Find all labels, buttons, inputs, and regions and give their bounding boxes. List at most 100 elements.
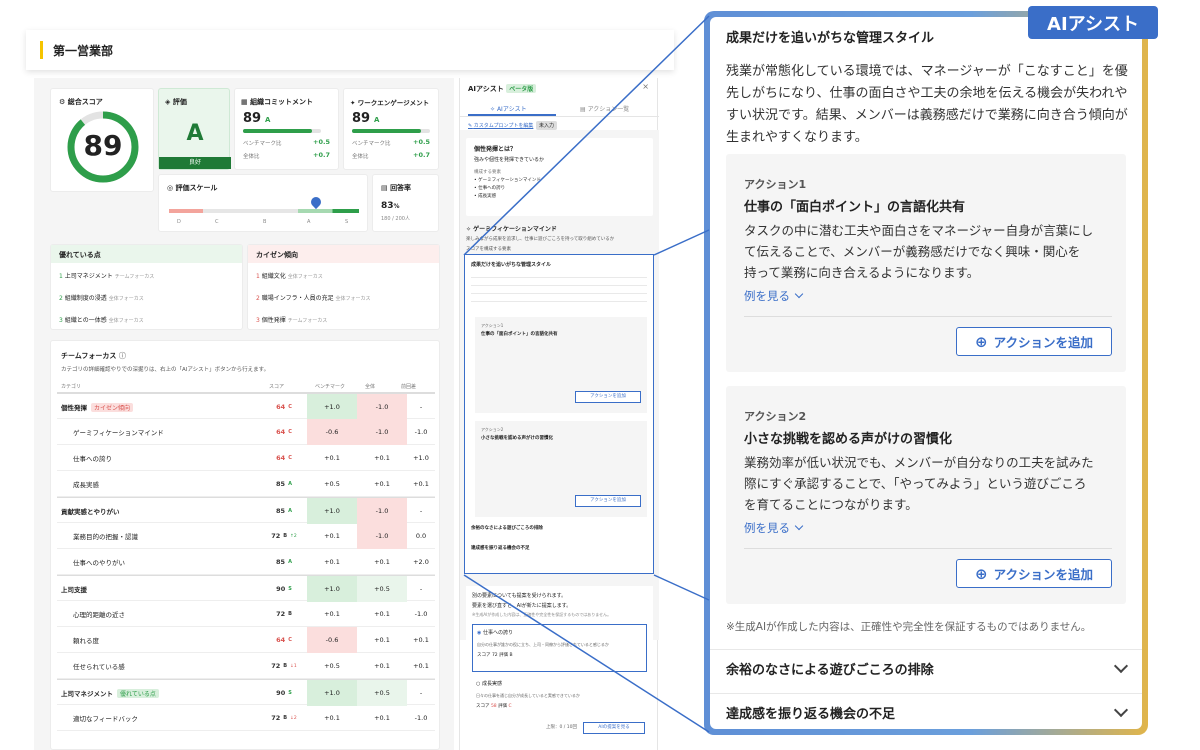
strength-item-2[interactable]: 2 組織制度の浸透 全体フォーカス [59, 293, 144, 302]
all-cell: +0.1 [374, 454, 390, 462]
team-focus-desc: カテゴリの詳細確認やりでの深掘りは、右上の「AIアシスト」ボタンから行えます。 [61, 367, 270, 373]
all-cell: +0.1 [374, 714, 390, 722]
chevron-down-icon [1113, 658, 1129, 674]
doc-icon: ▤ [381, 184, 388, 192]
score-value: 64 [276, 636, 286, 644]
grade-badge: A [288, 508, 292, 514]
table-row[interactable]: 適切なフィードバック 72 B ↓2 +0.1 +0.1 -1.0 [57, 705, 435, 731]
category-label: 心理的距離の近さ [73, 611, 125, 619]
kaizen-item-1[interactable]: 1 組織文化 全体フォーカス [256, 271, 323, 280]
engagement-label: ワークエンゲージメント [357, 99, 430, 107]
prev-cell: +0.1 [413, 480, 429, 488]
option-1[interactable]: ◉ 仕事への誇り 自分の仕事が誰かの役に立ち、上司・同僚から評価されていると感じ… [472, 624, 647, 672]
option-1-score: 72 [491, 653, 498, 658]
mini-accordion-1[interactable]: 余裕のなさによる遊びごころの排除 [471, 525, 543, 531]
all-cell: +0.5 [357, 576, 407, 602]
table-row[interactable]: 任せられている感 72 B ↓1 +0.5 +0.1 +0.1 [57, 653, 435, 679]
mini-accordion-2[interactable]: 達成感を振り返る機会の不足 [471, 545, 530, 551]
table-row[interactable]: 心理的距離の近さ 72 B +0.1 +0.1 -1.0 [57, 601, 435, 627]
action-2-line-1: 業務効率が低い状況でも、メンバーが自分なりの工夫を試みた [744, 455, 1094, 470]
table-row[interactable]: 仕事へのやりがい 85 A +0.1 +0.1 +2.0 [57, 549, 435, 575]
close-icon[interactable]: × [642, 82, 649, 91]
table-row[interactable]: ゲーミフィケーションマインド 64 C -0.6 -1.0 -1.0 [57, 419, 435, 445]
table-row[interactable]: 仕事への誇り 64 C +0.1 +0.1 +1.0 [57, 445, 435, 471]
table-row[interactable]: 個性発揮 カイゼン傾向 64 C +1.0 -1.0- [57, 393, 435, 420]
rating-label: 評価 [172, 98, 187, 106]
score-cell: 90 S [261, 576, 307, 602]
category-label: 仕事へのやりがい [73, 559, 125, 567]
grade-badge: S [288, 586, 292, 592]
trend-indicator: ↓1 [290, 663, 297, 669]
rating-grade: A [186, 121, 204, 146]
prev-cell: 0.0 [415, 532, 427, 540]
score-value: 64 [276, 454, 286, 462]
tab-actions[interactable]: ▤ アクション一覧 [580, 104, 629, 113]
prev-cell: +0.1 [413, 636, 429, 644]
option-2-grade: C [508, 704, 512, 709]
kaizen-item-2[interactable]: 2 職場インフラ・人員の充足 全体フォーカス [256, 293, 371, 302]
radio-icon[interactable]: ○ [476, 681, 480, 687]
trend-indicator: ↓2 [290, 715, 297, 721]
tab-ai-assist[interactable]: ✧ AIアシスト [490, 104, 527, 113]
add-action-1-button[interactable]: ⊕ アクションを追加 [956, 327, 1112, 356]
score-value: 85 [276, 480, 286, 488]
accordion-achievement[interactable]: 達成感を振り返る機会の不足 [710, 693, 1142, 729]
custom-prompt-link[interactable]: ✎ カスタムプロンプトを編集 [468, 122, 533, 129]
response-card: ▤ 回答率 83% 180 / 200人 [372, 174, 439, 232]
action-2-example-link[interactable]: 例を見る [744, 520, 804, 536]
response-label: 回答率 [390, 184, 412, 192]
grade-badge: C [288, 637, 292, 643]
grade-badge: A [288, 481, 292, 487]
grade-badge: B [283, 533, 288, 539]
strength-item-1[interactable]: 1 上司マネジメント チームフォーカス [59, 271, 154, 280]
action-1-line-3: 持って業務に向き合えるようになります。 [744, 265, 980, 280]
category-name: 仕事へのやりがい [57, 549, 257, 575]
commitment-grade: A [265, 116, 271, 124]
table-row[interactable]: 上司支援 90 S +1.0 +0.5- [57, 575, 435, 602]
engagement-icon: ✦ [350, 99, 356, 107]
strength-item-3[interactable]: 3 組織との一体感 全体フォーカス [59, 315, 144, 324]
category-name: 仕事への誇り [57, 445, 257, 471]
action-2-line-3: を育てることにつながります。 [744, 497, 918, 512]
mini-note: ※生成AIが作成した内容は、正確性や完全性を保証するものではありません。 [472, 612, 612, 617]
sparkle-icon-2: ✧ [466, 226, 472, 233]
department-title: 第一営業部 [53, 43, 114, 58]
ai-panel-title: AIアシスト [468, 85, 504, 93]
category-label: 適切なフィードバック [73, 715, 138, 723]
option-2[interactable]: ○ 成長実感 日々の仕事を通じ自分が成長していると実感できているか スコア 58… [472, 676, 647, 720]
table-row[interactable]: 業務目的の把握・認識 72 B ↑2 +0.1 -1.0 0.0 [57, 523, 435, 549]
question-item-1: • ゲーミフィケーションマインド [474, 178, 541, 183]
all-cell: -1.0 [357, 394, 407, 420]
bench-cell: +1.0 [307, 394, 357, 420]
score-cell: 85 A [261, 549, 307, 575]
plus-circle-icon: ⊕ [975, 332, 988, 351]
all-cell: +0.1 [374, 636, 390, 644]
add-action-2-button[interactable]: ⊕ アクションを追加 [956, 559, 1112, 588]
table-row[interactable]: 貢献実感とやりがい 85 A +1.0 -1.0- [57, 497, 435, 524]
mini-bottom-text-2: 要素を選び直すと、AIが新たに提案します。 [472, 603, 572, 609]
rating-card: ◈ 評価 A 良好 [158, 88, 231, 170]
ai-suggest-button[interactable]: AIの提案を見る [583, 722, 645, 734]
accordion-playfulness[interactable]: 余裕のなさによる遊びごころの排除 [710, 649, 1142, 687]
rating-caption: 良好 [159, 157, 231, 169]
action-card-2: アクション2 小さな挑戦を認める声がけの習慣化 業務効率が低い状況でも、メンバー… [726, 386, 1126, 604]
action-1-example-link[interactable]: 例を見る [744, 288, 804, 304]
category-label: 仕事への誇り [73, 455, 112, 463]
category-label: 任せられている感 [73, 663, 125, 671]
mini-bottom-text-1: 別の要素についても提案を受けられます。 [472, 593, 567, 599]
mini-add-action-2-button[interactable]: アクションを追加 [575, 495, 641, 507]
option-2-desc: 日々の仕事を通じ自分が成長していると実感できているか [476, 693, 580, 698]
chevron-down-icon [794, 521, 804, 530]
engagement-bench-label: ベンチマーク比 [352, 141, 391, 147]
table-row[interactable]: 頼れる度 64 C -0.6 +0.1 +0.1 [57, 627, 435, 653]
category-label: 成長実感 [73, 481, 99, 489]
mini-add-action-1-button[interactable]: アクションを追加 [575, 391, 641, 403]
kaizen-item-3[interactable]: 3 個性発揮 チームフォーカス [256, 315, 327, 324]
table-row[interactable]: 上司マネジメント 優れている点 90 S +1.0 +0.5- [57, 679, 435, 706]
chevron-down-icon [1113, 702, 1129, 718]
scale-bar [169, 209, 359, 213]
prev-cell: -1.0 [414, 610, 428, 618]
table-row[interactable]: 成長実感 85 A +0.5 +0.1 +0.1 [57, 471, 435, 497]
scale-card: ◎ 評価スケール D C B A S [158, 174, 368, 232]
radio-checked-icon[interactable]: ◉ [477, 630, 481, 636]
